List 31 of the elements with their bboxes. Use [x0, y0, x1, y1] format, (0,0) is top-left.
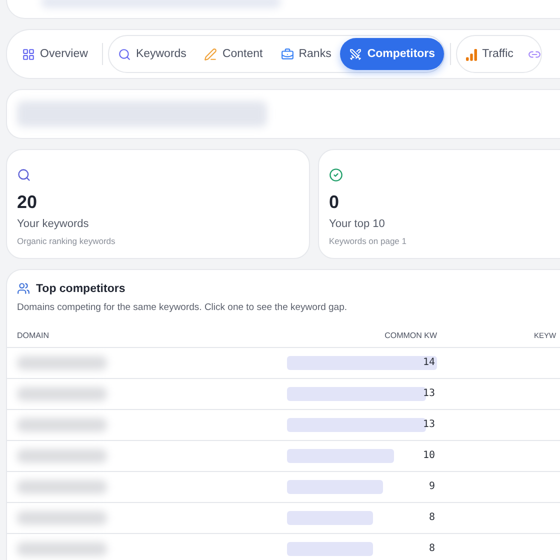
- stat-label: Your top 10: [329, 218, 385, 230]
- stat-hint: Organic ranking keywords: [17, 236, 116, 246]
- stat-value: 0: [329, 192, 340, 213]
- bar-chart-icon: [466, 48, 478, 60]
- swords-icon: [349, 48, 362, 60]
- pencil-icon: [204, 48, 218, 60]
- common-keywords-count: 9: [428, 480, 435, 494]
- column-header: COMMON KW: [384, 330, 437, 340]
- card-title: Top competitors: [36, 282, 126, 294]
- stat-value: 20: [17, 192, 38, 213]
- card-subtitle: Domains competing for the same keywords. Click one to see the keyword gap.: [16, 301, 348, 313]
- nav-tab[interactable]: Keywords: [108, 38, 196, 70]
- search-icon: [17, 168, 31, 182]
- common-keywords-count: 13: [422, 387, 435, 401]
- column-header: DOMAIN: [17, 330, 49, 340]
- nav-tab[interactable]: Competitors: [340, 38, 444, 70]
- stat-hint: Keywords on page 1: [329, 236, 406, 246]
- users-icon: [17, 282, 30, 295]
- search-icon: [118, 48, 131, 60]
- nav-tab[interactable]: Content: [195, 38, 272, 70]
- grid-icon: [22, 48, 35, 60]
- common-keywords-count: 14: [422, 356, 435, 370]
- check-circle-icon: [329, 168, 343, 182]
- stat-label: Your keywords: [17, 218, 89, 230]
- nav-tab[interactable]: Ranks: [272, 38, 340, 70]
- common-keywords-count: 13: [422, 418, 435, 432]
- briefcase-icon: [280, 48, 294, 60]
- common-keywords-count: 8: [428, 542, 435, 556]
- common-keywords-count: 10: [422, 449, 435, 463]
- common-keywords-count: 8: [428, 511, 435, 525]
- nav-tab[interactable]: Overview: [13, 38, 97, 70]
